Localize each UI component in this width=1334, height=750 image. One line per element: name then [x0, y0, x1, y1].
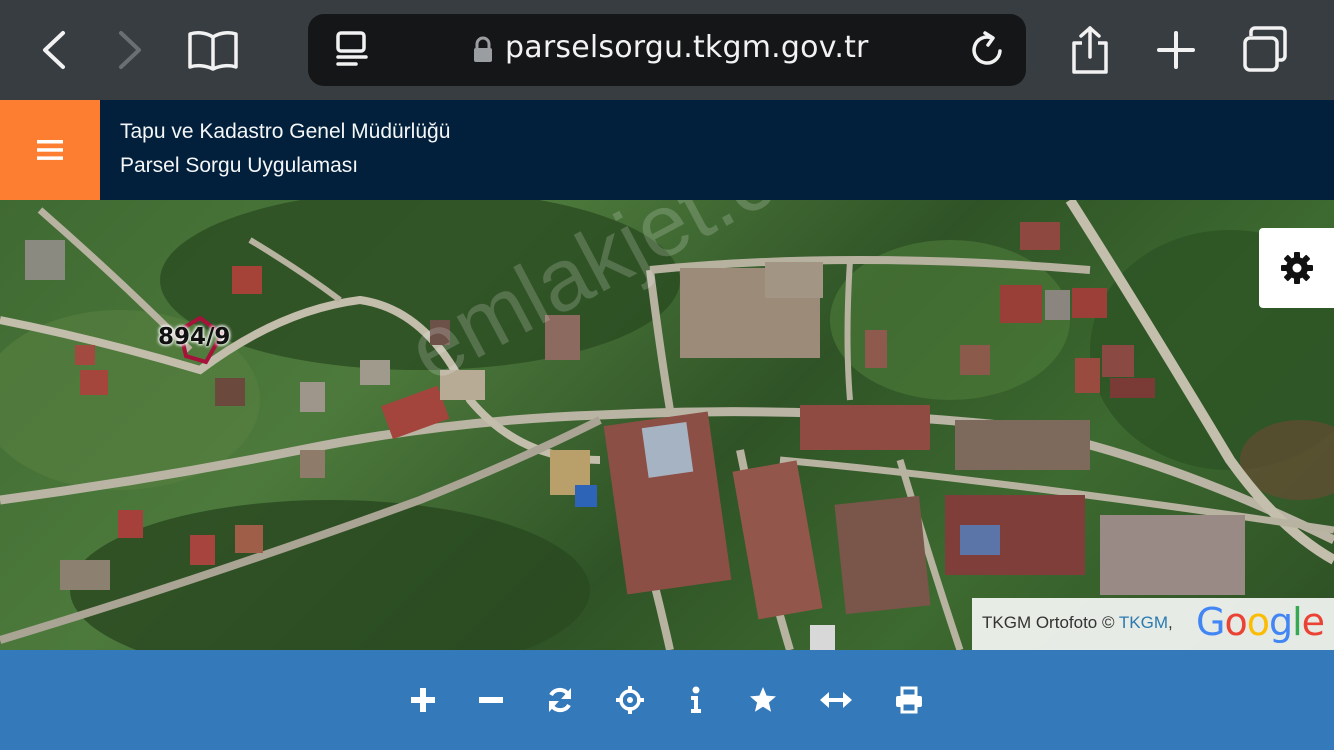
new-tab-button[interactable]: [1148, 22, 1204, 78]
new-tab-icon: [1157, 31, 1195, 69]
zoom-out-button[interactable]: [469, 678, 513, 722]
print-icon: [896, 686, 922, 714]
org-name: Tapu ve Kadastro Genel Müdürlüğü: [120, 120, 451, 143]
attribution-prefix: TKGM Ortofoto ©: [982, 613, 1119, 632]
reader-button[interactable]: [324, 22, 380, 78]
app-name: Parsel Sorgu Uygulaması: [120, 154, 359, 177]
parcel-label[interactable]: 894/9: [158, 324, 230, 350]
reader-icon: [336, 31, 368, 66]
locate-icon: [616, 686, 644, 714]
attribution-link[interactable]: TKGM: [1119, 613, 1168, 632]
refresh-button[interactable]: [538, 678, 582, 722]
menu-button[interactable]: [0, 100, 100, 200]
info-icon: [691, 686, 701, 713]
locate-button[interactable]: [608, 678, 652, 722]
forward-icon: [119, 31, 141, 69]
refresh-icon: [549, 687, 571, 713]
google-logo-letter: e: [1301, 600, 1325, 644]
reload-icon: [972, 31, 1002, 65]
url-text[interactable]: parselsorgu.tkgm.gov.tr: [505, 30, 869, 65]
app-header: [0, 100, 1334, 200]
google-logo-letter: o: [1224, 600, 1247, 644]
measure-icon: [820, 692, 852, 708]
print-button[interactable]: [887, 678, 931, 722]
star-icon: [750, 687, 776, 712]
zoom-in-icon: [411, 688, 435, 712]
share-icon: [1072, 26, 1108, 74]
back-button[interactable]: [26, 22, 82, 78]
settings-button[interactable]: [1259, 228, 1334, 308]
reload-button[interactable]: [960, 22, 1016, 78]
map-view[interactable]: emlakjet.com: [0, 200, 1334, 650]
measure-button[interactable]: [814, 678, 858, 722]
map-attribution: TKGM Ortofoto © TKGM, Google: [972, 598, 1334, 650]
google-logo-letter: l: [1292, 600, 1303, 644]
info-button[interactable]: [674, 678, 718, 722]
attribution-text: TKGM Ortofoto © TKGM,: [982, 613, 1173, 633]
zoom-in-button[interactable]: [401, 678, 445, 722]
google-logo-text: Google: [1196, 600, 1325, 644]
google-logo-letter: g: [1268, 600, 1293, 644]
favorite-button[interactable]: [741, 678, 785, 722]
forward-button[interactable]: [102, 22, 158, 78]
zoom-out-icon: [479, 697, 503, 703]
map-toolbar: [0, 650, 1334, 750]
bookmarks-icon: [188, 31, 238, 71]
gear-icon: [1280, 252, 1313, 284]
bookmarks-button[interactable]: [184, 22, 242, 78]
tabs-button[interactable]: [1238, 22, 1294, 78]
google-logo-letter: o: [1246, 600, 1270, 644]
lock-icon: [474, 36, 492, 62]
google-logo-letter: G: [1196, 600, 1225, 644]
back-icon: [43, 31, 65, 69]
hamburger-icon: [37, 140, 63, 160]
google-logo: Google: [1196, 600, 1325, 644]
attribution-suffix: ,: [1168, 613, 1173, 632]
tabs-icon: [1243, 26, 1287, 72]
share-button[interactable]: [1062, 22, 1118, 78]
